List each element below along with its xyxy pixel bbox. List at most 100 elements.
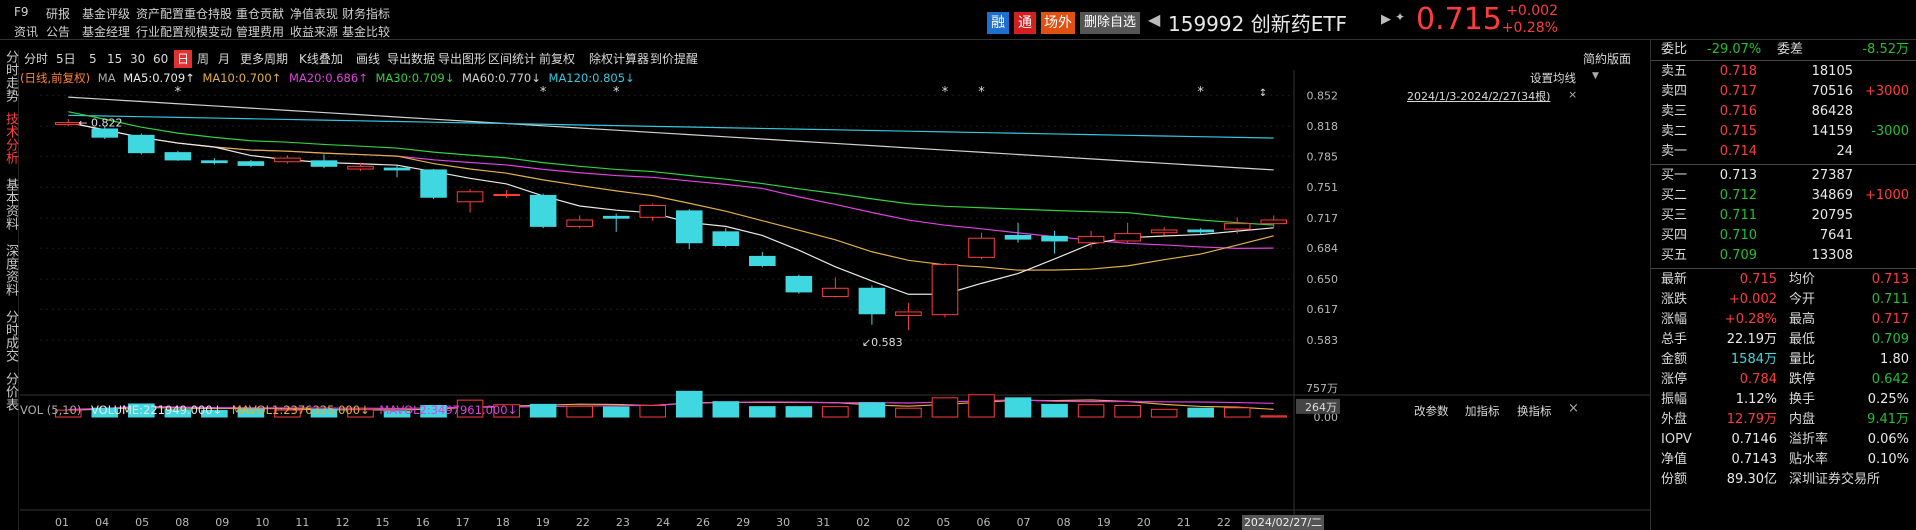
candle-body[interactable] bbox=[1114, 233, 1141, 242]
volume-bar[interactable] bbox=[822, 406, 849, 418]
menu-item-row2-3[interactable]: 行业配置 bbox=[136, 23, 184, 40]
rong-button[interactable]: 融 bbox=[987, 12, 1009, 34]
left-tab-5[interactable]: 分价表 bbox=[0, 372, 18, 411]
volume-bar[interactable] bbox=[1187, 407, 1214, 418]
candle-body[interactable] bbox=[91, 128, 119, 138]
candle-body[interactable] bbox=[274, 157, 301, 163]
candle-body[interactable] bbox=[822, 287, 849, 297]
volume-bar[interactable] bbox=[1223, 407, 1251, 418]
event-star-icon[interactable]: * bbox=[613, 85, 620, 100]
candle-body[interactable] bbox=[1077, 235, 1105, 244]
candle-body[interactable] bbox=[931, 264, 959, 316]
menu-item-2[interactable]: 资产配置 bbox=[136, 5, 184, 22]
menu-item-row2-4[interactable]: 规模变动 bbox=[184, 23, 232, 40]
candle-body[interactable] bbox=[602, 215, 630, 219]
candle-body[interactable] bbox=[128, 134, 155, 154]
volume-bar[interactable] bbox=[749, 406, 776, 418]
candle-body[interactable] bbox=[858, 287, 886, 315]
candle-body[interactable] bbox=[383, 167, 411, 171]
menu-item-row2-2[interactable]: 基金经理 bbox=[82, 23, 130, 40]
change-params-button[interactable]: 改参数 bbox=[1414, 403, 1449, 419]
candle-body[interactable] bbox=[347, 165, 374, 170]
volume-bar[interactable] bbox=[529, 403, 557, 418]
candle-body[interactable] bbox=[566, 219, 593, 227]
buy-row-5[interactable]: 买五 0.709 13308 bbox=[1651, 246, 1916, 266]
event-star-icon[interactable]: * bbox=[540, 85, 547, 100]
candle-body[interactable] bbox=[1041, 235, 1068, 242]
menu-f9[interactable]: F9 bbox=[14, 5, 29, 19]
candle-body[interactable] bbox=[310, 160, 338, 167]
menu-item-5[interactable]: 净值表现 bbox=[290, 5, 338, 22]
event-star-icon[interactable]: * bbox=[1197, 85, 1204, 100]
candle-body[interactable] bbox=[785, 275, 813, 293]
candle-body[interactable] bbox=[1187, 229, 1214, 233]
menu-item-row2-5[interactable]: 管理费用 bbox=[236, 23, 284, 40]
left-tab-2[interactable]: 基本资料 bbox=[0, 178, 18, 230]
vol-close-icon[interactable]: × bbox=[1568, 401, 1579, 416]
candle-body[interactable] bbox=[456, 191, 484, 203]
candle-body[interactable] bbox=[675, 210, 703, 244]
volume-bar[interactable] bbox=[1077, 404, 1105, 418]
pin-icon[interactable]: ✦ bbox=[1395, 10, 1405, 24]
menu-item-row2-0[interactable]: 资讯 bbox=[14, 23, 38, 40]
menu-item-3[interactable]: 重仓持股 bbox=[184, 5, 232, 22]
menu-item-row2-1[interactable]: 公告 bbox=[46, 23, 70, 40]
kline-chart[interactable]: 0.852 0.818 0.785 0.751 0.717 0.684 0.650 0.617… bbox=[20, 40, 1650, 530]
candle-body[interactable] bbox=[420, 169, 447, 198]
left-tab-0[interactable]: 分时走势 bbox=[0, 50, 18, 102]
volume-bar[interactable] bbox=[895, 407, 922, 418]
sell-row-4[interactable]: 卖四 0.717 70516 +3000 bbox=[1651, 82, 1916, 102]
volume-bar[interactable] bbox=[1150, 408, 1178, 418]
candle-body[interactable] bbox=[639, 204, 667, 218]
sell-row-5[interactable]: 卖五 0.718 18105 bbox=[1651, 62, 1916, 82]
candle-body[interactable] bbox=[529, 194, 557, 227]
candle-body[interactable] bbox=[895, 311, 922, 317]
buy-row-4[interactable]: 买四 0.710 7641 bbox=[1651, 226, 1916, 246]
volume-bar[interactable] bbox=[1114, 405, 1141, 418]
candle-body[interactable] bbox=[201, 160, 228, 164]
menu-item-row2-6[interactable]: 收益来源 bbox=[290, 23, 338, 40]
candle-body[interactable] bbox=[1004, 234, 1032, 240]
menu-item-4[interactable]: 重仓贡献 bbox=[236, 5, 284, 22]
candle-body[interactable] bbox=[968, 237, 995, 258]
menu-item-0[interactable]: 研报 bbox=[46, 5, 70, 22]
event-star-icon[interactable]: * bbox=[978, 85, 985, 100]
candle-body[interactable] bbox=[712, 231, 740, 246]
left-tab-3[interactable]: 深度资料 bbox=[0, 244, 18, 296]
left-tab-1[interactable]: 技术分析 bbox=[0, 112, 18, 164]
volume-bar[interactable] bbox=[675, 390, 703, 418]
volume-bar[interactable] bbox=[602, 406, 630, 418]
changwai-button[interactable]: 场外 bbox=[1041, 12, 1075, 34]
volume-bar[interactable] bbox=[1004, 397, 1032, 418]
menu-item-6[interactable]: 财务指标 bbox=[342, 5, 390, 22]
candle-body[interactable] bbox=[164, 152, 192, 161]
sell-row-2[interactable]: 卖二 0.715 14159 -3000 bbox=[1651, 122, 1916, 142]
switch-indicator-button[interactable]: 换指标 bbox=[1517, 403, 1552, 419]
candle-body[interactable] bbox=[1260, 219, 1288, 225]
vol-label[interactable]: VOL (5,10) bbox=[20, 403, 81, 417]
volume-bar[interactable] bbox=[1041, 403, 1068, 418]
sell-row-3[interactable]: 卖三 0.716 86428 bbox=[1651, 102, 1916, 122]
volume-bar[interactable] bbox=[639, 405, 667, 418]
candle-body[interactable] bbox=[1150, 229, 1178, 234]
volume-bar[interactable] bbox=[1260, 415, 1288, 418]
candle-body[interactable] bbox=[1223, 223, 1251, 230]
candle-body[interactable] bbox=[749, 255, 776, 267]
next-stock-icon[interactable]: ▶ bbox=[1381, 12, 1391, 27]
delete-watchlist-button[interactable]: 删除自选 bbox=[1080, 12, 1140, 34]
buy-row-1[interactable]: 买一 0.713 27387 bbox=[1651, 166, 1916, 186]
menu-item-1[interactable]: 基金评级 bbox=[82, 5, 130, 22]
candle-body[interactable] bbox=[493, 194, 520, 197]
candle-body[interactable] bbox=[54, 122, 82, 125]
volume-bar[interactable] bbox=[712, 401, 740, 418]
volume-bar[interactable] bbox=[566, 405, 593, 418]
volume-bar[interactable] bbox=[858, 402, 886, 418]
sell-row-1[interactable]: 卖一 0.714 24 bbox=[1651, 142, 1916, 162]
menu-item-row2-7[interactable]: 基金比较 bbox=[342, 23, 390, 40]
volume-bar[interactable] bbox=[931, 397, 959, 418]
event-star-icon[interactable]: * bbox=[942, 85, 949, 100]
prev-stock-icon[interactable]: ◀ bbox=[1148, 10, 1160, 29]
event-star-icon[interactable]: * bbox=[175, 85, 182, 100]
volume-bar[interactable] bbox=[968, 394, 995, 418]
left-tab-4[interactable]: 分时成交 bbox=[0, 310, 18, 362]
